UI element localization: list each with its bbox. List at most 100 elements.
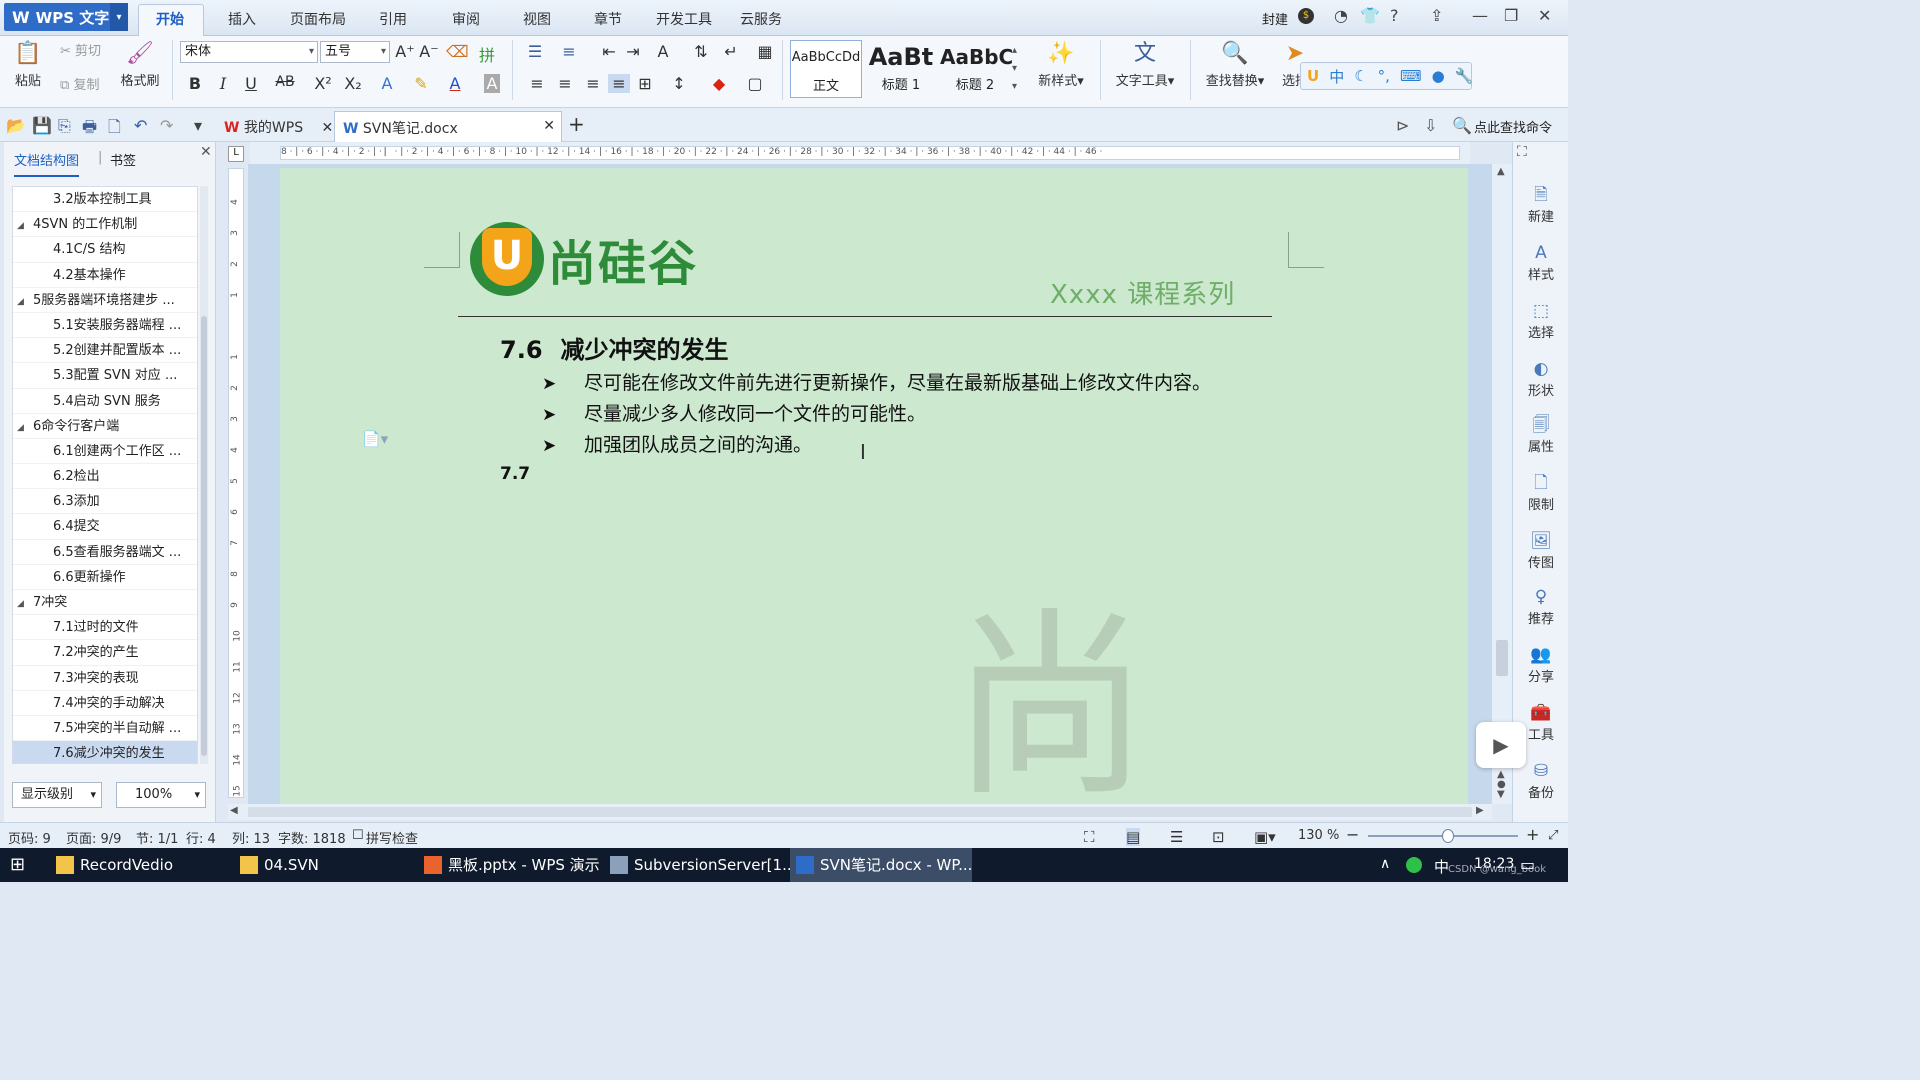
outline-item[interactable]: 5.2创建并配置版本 ... <box>13 338 197 364</box>
line-spacing-icon[interactable]: ↕ <box>668 74 690 93</box>
highlight-icon[interactable]: ✎ <box>410 74 432 93</box>
menu-insert[interactable]: 插入 <box>228 9 256 29</box>
outline-view-icon[interactable]: ☰ <box>1170 828 1183 846</box>
windows-start-icon[interactable]: ⊞ <box>10 854 25 875</box>
vertical-ruler[interactable]: 4 3 2 1 1 2 3 4 5 6 7 8 9 10 11 12 13 14 15 <box>228 168 244 798</box>
outline-item[interactable]: 3.2版本控制工具 <box>13 187 197 213</box>
next-heading[interactable]: 7.7 <box>500 464 530 484</box>
new-style-button[interactable]: ✨ 新样式▾ <box>1030 40 1092 89</box>
outline-item[interactable]: 7.3冲突的表现 <box>13 666 197 691</box>
outline-item[interactable]: 4.2基本操作 <box>13 263 197 288</box>
tray-app-icon[interactable] <box>1406 857 1422 873</box>
superscript-icon[interactable]: X² <box>312 74 334 93</box>
tab-svn-notes[interactable]: W SVN笔记.docx ✕ <box>334 111 562 142</box>
style-heading-1[interactable]: AaBt 标题 1 <box>866 40 936 98</box>
outline-item[interactable]: 7.2冲突的产生 <box>13 640 197 666</box>
save-icon[interactable]: 💾 <box>32 116 52 135</box>
tab-stop-selector[interactable]: L <box>228 146 244 162</box>
menu-chapter[interactable]: 章节 <box>594 9 622 29</box>
increase-indent-icon[interactable]: ⇥ <box>622 42 644 61</box>
taskbar-item[interactable]: 04.SVN <box>234 848 414 882</box>
underline-icon[interactable]: U <box>240 74 262 93</box>
italic-icon[interactable]: I <box>212 74 234 93</box>
status-word-count[interactable]: 字数: 1818 <box>278 828 346 847</box>
tab-bookmarks[interactable]: 书签 <box>110 150 136 169</box>
outline-item[interactable]: 7.1过时的文件 <box>13 615 197 641</box>
collapse-triangle-icon[interactable]: ◢ <box>17 214 33 236</box>
table-grid-icon[interactable]: ▦ <box>754 42 776 61</box>
sidebar-shapes[interactable]: ◐ 形状 <box>1513 358 1569 399</box>
open-folder-icon[interactable]: 📂 <box>6 116 26 135</box>
outline-item[interactable]: 6.4提交 <box>13 514 197 540</box>
scroll-up-icon[interactable]: ▲ <box>1497 166 1505 177</box>
app-center-icon[interactable]: ⊳ <box>1396 116 1409 135</box>
list-item[interactable]: ➤ 加强团队成员之间的沟通。 <box>542 430 812 457</box>
scroll-thumb[interactable] <box>248 807 1472 817</box>
tray-chevron-icon[interactable]: ∧ <box>1380 856 1390 872</box>
scroll-left-icon[interactable]: ◀ <box>230 805 238 816</box>
border-icon[interactable]: ▢ <box>744 74 766 93</box>
style-gallery-scroll-icon[interactable]: ▴ ▾ ▾ <box>1012 42 1017 96</box>
zoom-slider-handle[interactable] <box>1442 829 1454 843</box>
sidebar-recommend[interactable]: ♀ 推荐 <box>1513 586 1569 627</box>
taskbar-item[interactable]: SubversionServer[1... <box>604 848 796 882</box>
outline-item[interactable]: ◢ 4SVN 的工作机制 <box>13 212 197 238</box>
zoom-in-icon[interactable]: + <box>1526 825 1539 844</box>
outline-item[interactable]: ◢ 5服务器端环境搭建步 ... <box>13 288 197 313</box>
export-pdf-icon[interactable]: ⎘ <box>58 116 71 136</box>
page-nav-icon[interactable]: ▲ ● ▼ <box>1497 770 1506 800</box>
zoom-out-icon[interactable]: − <box>1346 825 1359 844</box>
outline-item[interactable]: 5.4启动 SVN 服务 <box>13 389 197 414</box>
paste-button[interactable]: 📋 粘贴 <box>8 40 48 89</box>
minimize-icon[interactable]: — <box>1472 6 1488 25</box>
clear-format-icon[interactable]: ⌫ <box>446 42 469 61</box>
text-tools-button[interactable]: 文 文字工具▾ <box>1110 40 1180 89</box>
outline-item[interactable]: ◢ 6命令行客户端 <box>13 414 197 439</box>
new-tab-plus-icon[interactable]: + <box>568 112 585 136</box>
sidebar-properties[interactable]: 🗐 属性 <box>1513 414 1569 455</box>
help-icon[interactable]: ? <box>1390 6 1399 25</box>
fullscreen-icon[interactable]: ⛶ <box>1517 144 1527 160</box>
chevron-down-icon[interactable]: ▾ <box>110 3 128 31</box>
user-name[interactable]: 封建 <box>1262 9 1288 28</box>
menu-references[interactable]: 引用 <box>379 9 407 29</box>
paste-options-icon[interactable]: 📄▾ <box>362 430 388 448</box>
menu-view[interactable]: 视图 <box>523 9 551 29</box>
cloud-sync-icon[interactable]: ◔ <box>1334 6 1348 25</box>
section-heading[interactable]: 7.6 减少冲突的发生 <box>500 330 729 365</box>
horizontal-scrollbar[interactable]: ◀ ▶ <box>228 804 1492 820</box>
undo-icon[interactable]: ↶ <box>134 116 147 135</box>
customize-dropdown-icon[interactable]: ▾ <box>194 116 202 135</box>
bilibili-float-icon[interactable]: ▶ <box>1476 722 1526 768</box>
align-center-icon[interactable]: ≡ <box>554 74 576 93</box>
sidebar-styles[interactable]: A 样式 <box>1513 242 1569 283</box>
collapse-triangle-icon[interactable]: ◢ <box>17 290 33 312</box>
spell-check-checkbox[interactable]: ☐ <box>352 828 364 843</box>
show-marks-icon[interactable]: ↵ <box>720 42 742 61</box>
outline-item[interactable]: 7.4冲突的手动解决 <box>13 691 197 716</box>
numbered-list-icon[interactable]: ≡ <box>558 42 580 61</box>
text-effect-icon[interactable]: A <box>376 74 398 93</box>
coin-icon[interactable]: $ <box>1298 8 1314 24</box>
tab-list-icon[interactable]: ⇩ <box>1424 116 1437 135</box>
outline-item[interactable]: 7.5冲突的半自动解 ... <box>13 716 197 742</box>
sidebar-restrict[interactable]: 🗋 限制 <box>1513 472 1569 513</box>
web-view-icon[interactable]: ⊡ <box>1212 828 1225 846</box>
strikethrough-icon[interactable]: AB <box>274 74 296 90</box>
sidebar-select[interactable]: ⬚ 选择 <box>1513 300 1569 341</box>
close-pane-icon[interactable]: ✕ <box>200 144 212 160</box>
font-size-select[interactable]: 五号 <box>320 41 390 63</box>
outline-item[interactable]: 6.1创建两个工作区 ... <box>13 439 197 465</box>
outline-item[interactable]: 4.1C/S 结构 <box>13 237 197 263</box>
vertical-scrollbar[interactable]: ▲ ▲ ● ▼ <box>1492 164 1512 804</box>
style-normal[interactable]: AaBbCcDd 正文 <box>790 40 862 98</box>
outline-item[interactable]: 5.3配置 SVN 对应 ... <box>13 363 197 389</box>
char-shading-icon[interactable]: A <box>484 74 500 93</box>
fit-page-icon[interactable]: ⤢ <box>1548 828 1558 843</box>
menu-cloud[interactable]: 云服务 <box>740 9 782 29</box>
menu-developer[interactable]: 开发工具 <box>656 9 712 29</box>
tray-ime[interactable]: 中 <box>1434 856 1449 877</box>
align-right-icon[interactable]: ≡ <box>582 74 604 93</box>
outline-item[interactable]: 6.6更新操作 <box>13 565 197 590</box>
close-tab-icon[interactable]: ✕ <box>322 120 334 136</box>
